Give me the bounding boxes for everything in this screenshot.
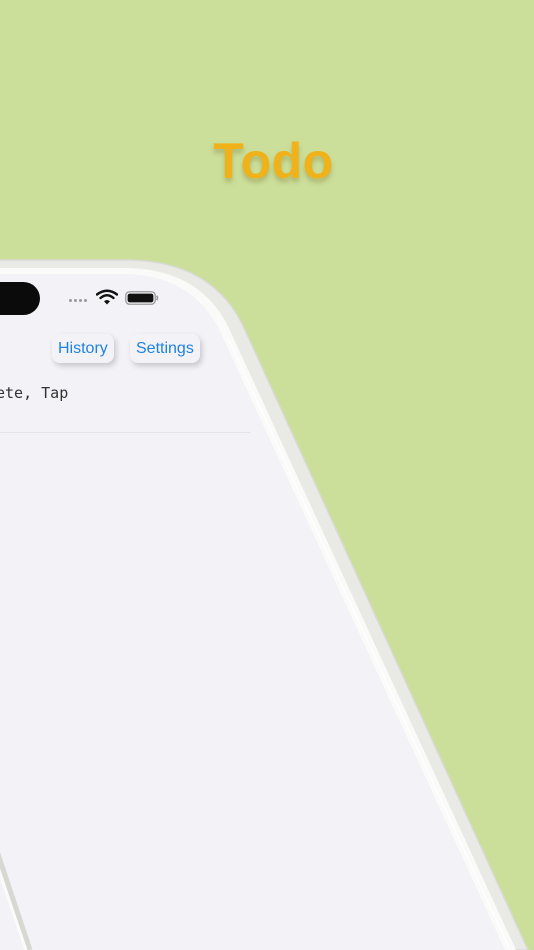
phone-device-frame bbox=[0, 259, 529, 950]
promo-screen: Todo History Settings ete, Tap bbox=[0, 0, 534, 950]
battery-icon bbox=[125, 291, 159, 305]
instruction-text: ete, Tap bbox=[0, 384, 69, 402]
settings-button[interactable]: Settings bbox=[130, 334, 200, 363]
wifi-icon bbox=[96, 289, 118, 305]
list-divider bbox=[0, 432, 250, 433]
cellular-signal-icon bbox=[69, 299, 87, 302]
dynamic-island bbox=[0, 282, 40, 315]
history-button[interactable]: History bbox=[52, 334, 114, 363]
